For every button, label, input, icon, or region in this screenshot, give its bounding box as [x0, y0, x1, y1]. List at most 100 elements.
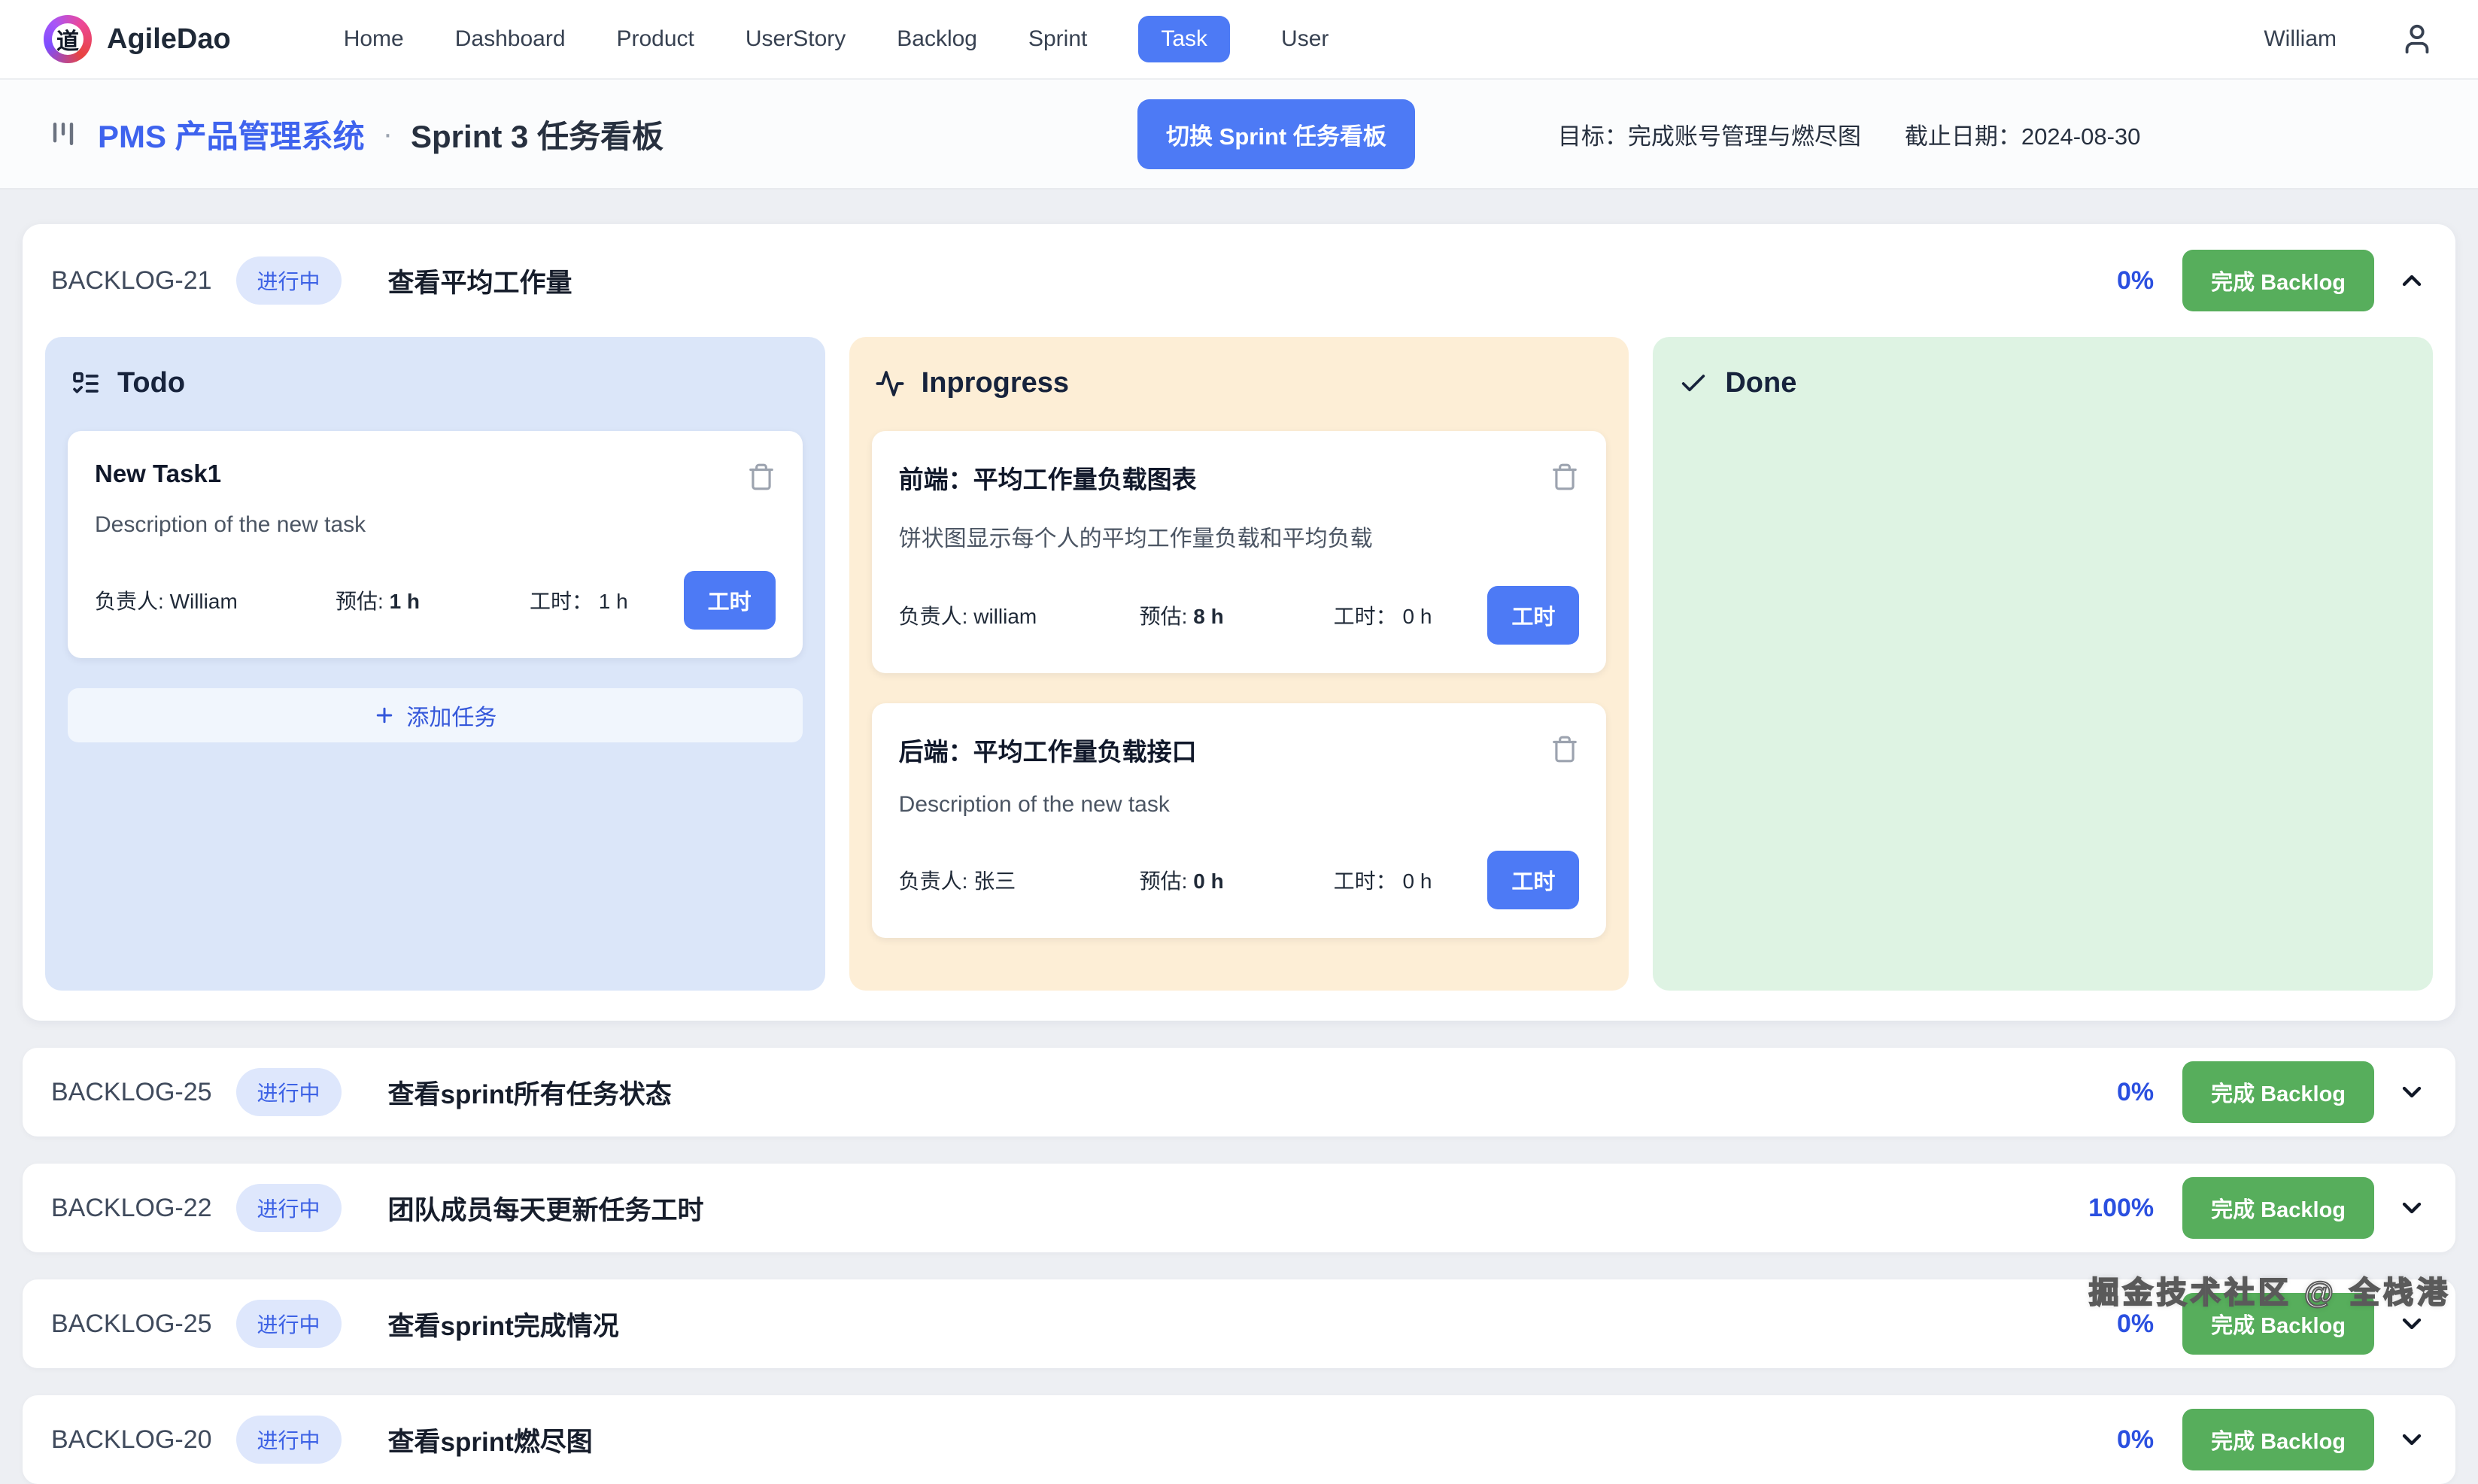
task-meta: 负责人: William 预估: 1 h 工时： 1 h 工时: [95, 571, 776, 630]
progress-percent: 0%: [2117, 1078, 2154, 1107]
task-hours: 工时： 0 h: [1334, 600, 1488, 630]
kanban-columns: Todo New Task1 Description of the new ta…: [23, 337, 2455, 991]
app-logo-glyph: 道: [52, 23, 84, 55]
nav-item-dashboard[interactable]: Dashboard: [455, 16, 566, 62]
task-title: 前端：平均工作量负载图表: [899, 460, 1580, 496]
backlog-row: BACKLOG-25 进行中 查看sprint所有任务状态 0% 完成 Back…: [23, 1048, 2455, 1137]
top-nav: 道 AgileDao Home Dashboard Product UserSt…: [0, 0, 2478, 80]
chevron-down-icon[interactable]: [2397, 1077, 2427, 1107]
column-todo: Todo New Task1 Description of the new ta…: [45, 337, 825, 991]
task-hours: 工时： 1 h: [530, 585, 684, 615]
backlog-id: BACKLOG-25: [51, 1078, 212, 1107]
task-description: 饼状图显示每个人的平均工作量负载和平均负载: [899, 520, 1580, 553]
task-estimate: 预估: 8 h: [1140, 600, 1334, 630]
page-title: Sprint 3 任务看板: [411, 111, 664, 157]
column-inprogress-label: Inprogress: [922, 367, 1069, 399]
column-inprogress: Inprogress 前端：平均工作量负载图表 饼状图显示每个人的平均工作量负载…: [849, 337, 1629, 991]
backlog-title: 查看sprint所有任务状态: [388, 1073, 672, 1112]
main-content: BACKLOG-21 进行中 查看平均工作量 0% 完成 Backlog: [0, 190, 2478, 1484]
app-logo: 道: [44, 15, 92, 63]
nav-item-userstory[interactable]: UserStory: [746, 16, 846, 62]
progress-percent: 0%: [2117, 1425, 2154, 1455]
project-title-link[interactable]: PMS 产品管理系统: [98, 111, 365, 157]
nav-item-product[interactable]: Product: [617, 16, 694, 62]
task-card[interactable]: 前端：平均工作量负载图表 饼状图显示每个人的平均工作量负载和平均负载 负责人: …: [872, 431, 1607, 673]
backlog-id: BACKLOG-20: [51, 1425, 212, 1455]
current-user-name: William: [2264, 26, 2337, 52]
task-owner: 负责人: 张三: [899, 865, 1140, 895]
chevron-down-icon[interactable]: [2397, 1425, 2427, 1455]
backlog-title: 团队成员每天更新任务工时: [388, 1189, 704, 1228]
complete-backlog-button[interactable]: 完成 Backlog: [2182, 1293, 2374, 1355]
progress-percent: 0%: [2117, 266, 2154, 296]
column-done-header: Done: [1678, 367, 2407, 399]
task-meta: 负责人: william 预估: 8 h 工时： 0 h 工时: [899, 586, 1580, 645]
backlog-title: 查看sprint完成情况: [388, 1305, 619, 1343]
log-hours-button[interactable]: 工时: [1487, 851, 1579, 909]
nav-item-task[interactable]: Task: [1138, 16, 1230, 62]
status-badge: 进行中: [236, 256, 342, 305]
brand-name: AgileDao: [107, 23, 231, 56]
page-header: PMS 产品管理系统 · Sprint 3 任务看板 切换 Sprint 任务看…: [0, 80, 2478, 190]
nav-right: William: [2264, 22, 2434, 56]
column-done-label: Done: [1725, 367, 1796, 399]
nav-item-backlog[interactable]: Backlog: [897, 16, 977, 62]
complete-backlog-button[interactable]: 完成 Backlog: [2182, 1061, 2374, 1123]
task-description: Description of the new task: [95, 512, 776, 538]
sprint-goal-text: 目标：完成账号管理与燃尽图: [1558, 117, 1861, 151]
nav-menu: Home Dashboard Product UserStory Backlog…: [344, 16, 1329, 62]
backlog-title: 查看sprint燃尽图: [388, 1421, 593, 1459]
nav-item-sprint[interactable]: Sprint: [1028, 16, 1087, 62]
status-badge: 进行中: [236, 1068, 342, 1116]
backlog-title: 查看平均工作量: [388, 262, 572, 300]
task-estimate: 预估: 1 h: [336, 585, 530, 615]
user-icon[interactable]: [2400, 22, 2434, 56]
task-owner: 负责人: william: [899, 600, 1140, 630]
complete-backlog-button[interactable]: 完成 Backlog: [2182, 250, 2374, 311]
progress-percent: 100%: [2088, 1194, 2154, 1223]
delete-task-icon[interactable]: [1550, 463, 1579, 491]
list-todo-icon: [71, 369, 101, 399]
chevron-down-icon[interactable]: [2397, 1309, 2427, 1339]
column-inprogress-header: Inprogress: [875, 367, 1604, 399]
kanban-icon: [47, 117, 80, 150]
task-hours: 工时： 0 h: [1334, 865, 1488, 895]
status-badge: 进行中: [236, 1416, 342, 1464]
task-card[interactable]: 后端：平均工作量负载接口 Description of the new task…: [872, 703, 1607, 938]
sprint-deadline-text: 截止日期：2024-08-30: [1905, 117, 2141, 151]
breadcrumb-separator: ·: [383, 117, 393, 151]
backlog-card-expanded: BACKLOG-21 进行中 查看平均工作量 0% 完成 Backlog: [23, 224, 2455, 1021]
task-title: New Task1: [95, 460, 776, 488]
status-badge: 进行中: [236, 1300, 342, 1348]
chevron-down-icon[interactable]: [2397, 1193, 2427, 1223]
complete-backlog-button[interactable]: 完成 Backlog: [2182, 1409, 2374, 1470]
column-todo-header: Todo: [71, 367, 800, 399]
log-hours-button[interactable]: 工时: [1487, 586, 1579, 645]
task-card[interactable]: New Task1 Description of the new task 负责…: [68, 431, 803, 658]
switch-sprint-board-button[interactable]: 切换 Sprint 任务看板: [1137, 99, 1415, 169]
task-owner: 负责人: William: [95, 585, 336, 615]
backlog-row: BACKLOG-22 进行中 团队成员每天更新任务工时 100% 完成 Back…: [23, 1164, 2455, 1252]
delete-task-icon[interactable]: [1550, 735, 1579, 763]
status-badge: 进行中: [236, 1184, 342, 1232]
chevron-up-icon[interactable]: [2397, 266, 2427, 296]
complete-backlog-button[interactable]: 完成 Backlog: [2182, 1177, 2374, 1239]
activity-icon: [875, 369, 905, 399]
backlog-row: BACKLOG-20 进行中 查看sprint燃尽图 0% 完成 Backlog: [23, 1395, 2455, 1484]
plus-icon: [373, 704, 396, 727]
backlog-row: BACKLOG-25 进行中 查看sprint完成情况 0% 完成 Backlo…: [23, 1279, 2455, 1368]
delete-task-icon[interactable]: [747, 463, 776, 491]
task-estimate: 预估: 0 h: [1140, 865, 1334, 895]
column-todo-label: Todo: [117, 367, 185, 399]
check-icon: [1678, 369, 1708, 399]
add-task-button[interactable]: 添加任务: [68, 688, 803, 742]
task-meta: 负责人: 张三 预估: 0 h 工时： 0 h 工时: [899, 851, 1580, 909]
add-task-label: 添加任务: [406, 699, 497, 732]
board-breadcrumb: PMS 产品管理系统 · Sprint 3 任务看板: [47, 111, 664, 157]
backlog-id: BACKLOG-22: [51, 1194, 212, 1223]
column-done: Done: [1653, 337, 2433, 991]
log-hours-button[interactable]: 工时: [684, 571, 776, 630]
nav-item-home[interactable]: Home: [344, 16, 404, 62]
nav-item-user[interactable]: User: [1281, 16, 1329, 62]
backlog-id: BACKLOG-21: [51, 266, 212, 296]
